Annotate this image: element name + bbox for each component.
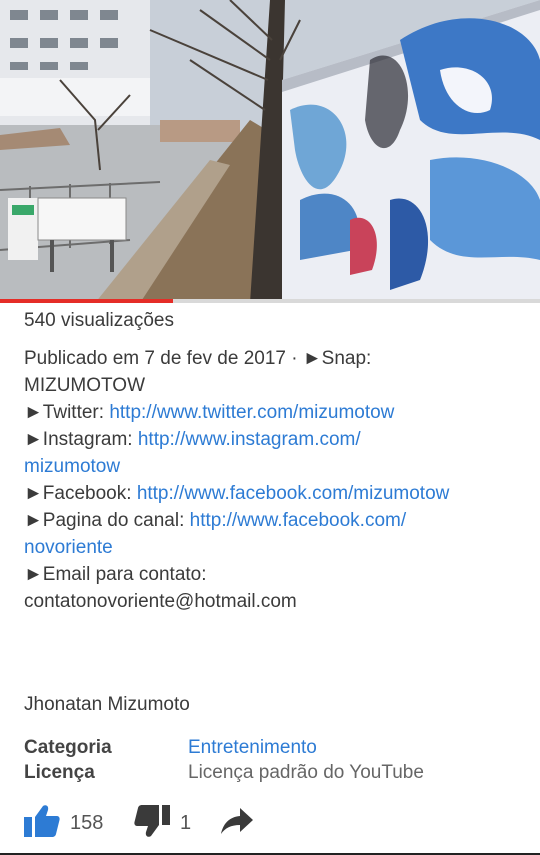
description-line: MIZUMOTOW [24, 372, 524, 399]
description-text: Publicado em 7 de fev de 2017 · ►Snap: [24, 348, 372, 369]
dislike-button[interactable]: 1 [134, 803, 191, 843]
category-link[interactable]: Entretenimento [188, 735, 317, 760]
description-line: novoriente [24, 534, 524, 561]
thumbs-down-icon [134, 804, 170, 843]
description-line: Publicado em 7 de fev de 2017 · ►Snap: [24, 345, 524, 372]
description-link[interactable]: novoriente [24, 537, 113, 558]
description-line: ►Instagram: http://www.instagram.com/ [24, 426, 524, 453]
description-line: ►Email para contato: [24, 561, 524, 588]
like-count: 158 [70, 811, 104, 834]
description-text: contatonovoriente@hotmail.com [24, 591, 297, 612]
description-text: ►Email para contato: [24, 564, 207, 585]
license-label: Licença [24, 762, 95, 783]
description-line: contatonovoriente@hotmail.com [24, 588, 524, 615]
video-progress-fill [0, 299, 173, 303]
description-line: mizumotow [24, 453, 524, 480]
video-description: Publicado em 7 de fev de 2017 · ►Snap: MI… [24, 345, 524, 615]
video-player[interactable] [0, 0, 540, 303]
description-text: ►Twitter: [24, 402, 110, 423]
share-button[interactable] [220, 803, 254, 843]
description-line: ►Twitter: http://www.twitter.com/mizumot… [24, 399, 524, 426]
description-link[interactable]: http://www.instagram.com/ [138, 429, 361, 450]
thumbs-up-icon [24, 804, 60, 843]
description-text: ►Instagram: [24, 429, 138, 450]
description-text: MIZUMOTOW [24, 375, 146, 396]
description-link[interactable]: mizumotow [24, 456, 120, 477]
category-label: Categoria [24, 737, 112, 758]
dislike-count: 1 [180, 811, 192, 834]
license-value: Licença padrão do YouTube [188, 762, 424, 783]
action-bar: 158 1 [24, 803, 524, 843]
video-thumbnail [0, 0, 540, 303]
description-text: ►Facebook: [24, 483, 137, 504]
description-line: ►Pagina do canal: http://www.facebook.co… [24, 507, 524, 534]
like-button[interactable]: 158 [24, 803, 103, 843]
description-link[interactable]: http://www.facebook.com/ [190, 510, 407, 531]
description-link[interactable]: http://www.twitter.com/mizumotow [109, 402, 394, 423]
description-line: ►Facebook: http://www.facebook.com/mizum… [24, 480, 524, 507]
share-icon [220, 806, 254, 841]
description-link[interactable]: http://www.facebook.com/mizumotow [137, 483, 450, 504]
description-text: ►Pagina do canal: [24, 510, 190, 531]
channel-author[interactable]: Jhonatan Mizumoto [24, 692, 190, 718]
video-info: 540 visualizações Publicado em 7 de fev … [24, 306, 524, 615]
video-progress-bar[interactable] [0, 299, 540, 303]
view-count: 540 visualizações [24, 310, 174, 331]
